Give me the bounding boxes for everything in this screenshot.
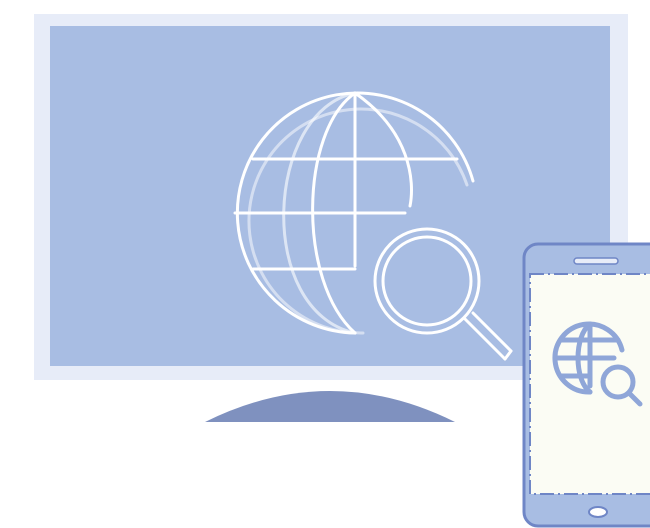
globe-search-icon [233, 91, 513, 361]
mobile-phone [522, 242, 650, 528]
illustration-canvas [0, 0, 650, 528]
monitor-stand [205, 391, 455, 422]
